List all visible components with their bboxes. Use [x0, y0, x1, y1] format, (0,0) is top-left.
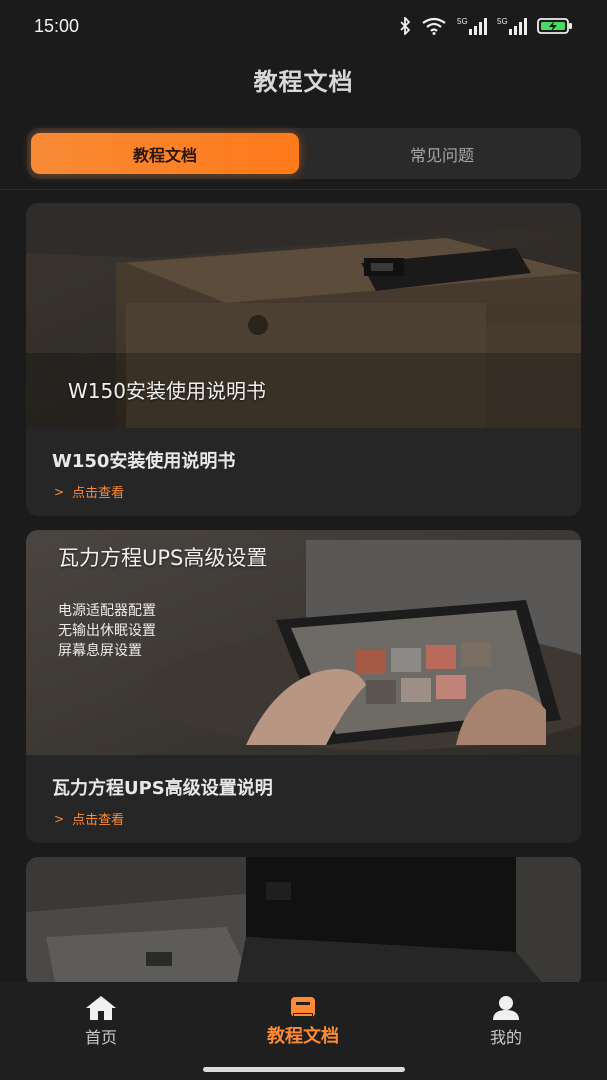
image-caption: W150安装使用说明书	[68, 379, 266, 403]
wifi-icon	[421, 17, 447, 35]
doc-card[interactable]: W150安装使用说明书 W150安装使用说明书 > 点击查看	[26, 203, 581, 516]
battery-charging-icon	[537, 17, 573, 35]
view-link-label: 点击查看	[72, 486, 125, 501]
divider	[0, 189, 607, 190]
image-line: 电源适配器配置	[58, 603, 156, 619]
network-label: 5G	[457, 17, 468, 26]
network-label: 5G	[497, 17, 508, 26]
signal-5g-icon: 5G	[497, 16, 527, 36]
view-link[interactable]: > 点击查看	[54, 482, 125, 502]
page-title: 教程文档	[253, 68, 354, 96]
nav-home[interactable]: 首页	[41, 994, 161, 1048]
home-icon	[41, 994, 161, 1022]
image-line: 无输出休眠设置	[58, 623, 156, 639]
signal-5g-icon: 5G	[457, 16, 487, 36]
doc-card[interactable]: 瓦力方程UPS高级设置 电源适配器配置 无输出休眠设置 屏幕息屏设置 瓦力方程U…	[26, 530, 581, 843]
status-bar: 15:00 5G 5G	[0, 0, 607, 52]
status-icons: 5G 5G	[399, 16, 573, 36]
nav-label: 首页	[84, 1028, 117, 1047]
nav-label: 我的	[489, 1028, 522, 1047]
nav-mine[interactable]: 我的	[446, 994, 566, 1048]
image-line: 屏幕息屏设置	[58, 643, 142, 659]
home-indicator[interactable]	[203, 1067, 405, 1072]
chevron-right-icon: >	[54, 811, 65, 826]
card-image: W150安装使用说明书	[26, 203, 581, 428]
status-time: 15:00	[34, 15, 80, 36]
user-icon	[446, 994, 566, 1022]
nav-label: 教程文档	[267, 1026, 339, 1047]
tab-bar: 教程文档 常见问题	[27, 128, 581, 179]
view-link-label: 点击查看	[72, 813, 125, 828]
card-title: 瓦力方程UPS高级设置说明	[52, 778, 273, 799]
bottom-nav: 首页 教程文档 我的	[0, 982, 607, 1080]
bluetooth-icon	[399, 17, 411, 35]
card-image: 瓦力方程UPS高级设置 电源适配器配置 无输出休眠设置 屏幕息屏设置	[26, 530, 581, 755]
view-link[interactable]: > 点击查看	[54, 809, 125, 829]
nav-docs[interactable]: 教程文档	[243, 994, 363, 1048]
card-title: W150安装使用说明书	[52, 451, 236, 472]
book-icon	[243, 994, 363, 1022]
image-caption: 瓦力方程UPS高级设置	[58, 546, 268, 570]
doc-card[interactable]	[26, 857, 581, 987]
chevron-right-icon: >	[54, 484, 65, 499]
tab-tutorials[interactable]: 教程文档	[31, 133, 299, 174]
tab-faq[interactable]: 常见问题	[303, 128, 581, 179]
card-image	[26, 857, 581, 987]
